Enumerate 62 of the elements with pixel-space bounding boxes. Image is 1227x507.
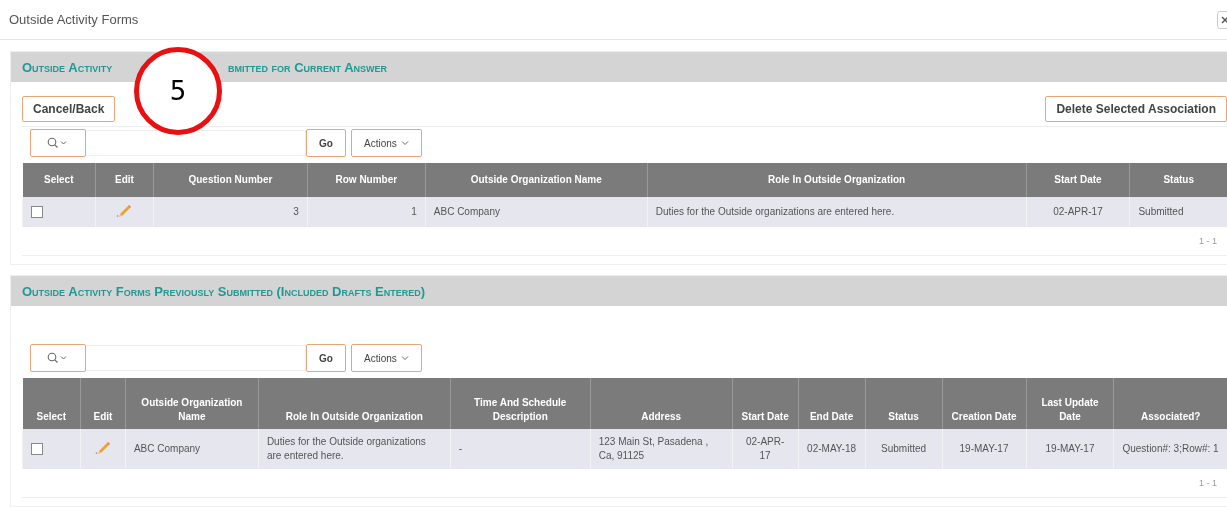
delete-association-button[interactable]: Delete Selected Association: [1045, 96, 1227, 122]
column-header[interactable]: Row Number: [307, 163, 426, 197]
caret-icon: [400, 355, 409, 361]
table-cell: ABC Company: [425, 197, 648, 227]
pagination-text: 1 - 1: [1199, 478, 1217, 488]
table-cell: 19-MAY-17: [942, 429, 1026, 469]
search-icon: [47, 352, 69, 364]
region-title: Outside Activity Forms Previously Submitted (Included Drafts Entered): [22, 283, 426, 299]
column-header[interactable]: Role In Outside Organization: [647, 163, 1026, 197]
table-cell: 02-APR-17: [1026, 197, 1130, 227]
column-header[interactable]: Edit: [95, 163, 154, 197]
column-header[interactable]: Select: [22, 163, 96, 197]
column-header[interactable]: Creation Date: [942, 378, 1026, 429]
column-header[interactable]: End Date: [798, 378, 866, 429]
search-column-button[interactable]: [30, 344, 86, 372]
search-icon: [47, 137, 69, 149]
table-cell: Duties for the Outside organizations are entered here.: [647, 197, 1026, 227]
table-cell: Submitted: [1129, 197, 1227, 227]
column-header[interactable]: Time And Schedule Description: [450, 378, 591, 429]
column-header[interactable]: Outside Organization Name: [125, 378, 259, 429]
column-header[interactable]: Start Date: [732, 378, 799, 429]
pencil-icon[interactable]: [94, 439, 111, 454]
table-cell: -: [450, 429, 591, 469]
table-cell: Duties for the Outside organizations are entered here.: [258, 429, 451, 469]
table-cell: 19-MAY-17: [1026, 429, 1114, 469]
go-button[interactable]: Go: [306, 129, 346, 157]
column-header[interactable]: Last Update Date: [1026, 378, 1114, 429]
column-header[interactable]: Associated?: [1113, 378, 1227, 429]
search-field[interactable]: [86, 345, 306, 371]
table-cell: Submitted: [865, 429, 943, 469]
row-checkbox[interactable]: [31, 206, 43, 219]
cancel-back-button[interactable]: Cancel/Back: [22, 96, 116, 122]
actions-button[interactable]: Actions: [351, 129, 422, 157]
caret-icon: [400, 140, 409, 146]
region-title: Outside Activity: [22, 59, 113, 75]
search-field[interactable]: [86, 130, 306, 156]
actions-button[interactable]: Actions: [351, 344, 422, 372]
table-cell: 02-MAY-18: [798, 429, 866, 469]
column-header[interactable]: Role In Outside Organization: [258, 378, 451, 429]
table-cell: 1: [307, 197, 426, 227]
column-header[interactable]: Select: [22, 378, 81, 429]
column-header[interactable]: Status: [865, 378, 943, 429]
window-title: Outside Activity Forms: [9, 12, 139, 27]
pagination-text: 1 - 1: [1199, 236, 1217, 246]
go-button[interactable]: Go: [306, 344, 346, 372]
table-cell: 02-APR-17: [732, 429, 799, 469]
column-header[interactable]: Status: [1129, 163, 1227, 197]
column-header[interactable]: Question Number: [153, 163, 308, 197]
column-header[interactable]: Start Date: [1026, 163, 1130, 197]
callout-marker: 5: [134, 47, 222, 135]
column-header[interactable]: Outside Organization Name: [425, 163, 648, 197]
region-title: bmitted for Current Answer: [228, 59, 388, 75]
table-cell: Question#: 3;Row#: 1: [1113, 429, 1227, 469]
column-header[interactable]: Edit: [80, 378, 126, 429]
column-header[interactable]: Address: [590, 378, 733, 429]
table-cell: 3: [153, 197, 308, 227]
close-icon: [1221, 16, 1227, 24]
table-cell: ABC Company: [125, 429, 259, 469]
table-cell: 123 Main St, Pasadena , Ca, 91125: [590, 429, 733, 469]
row-checkbox[interactable]: [31, 443, 43, 456]
search-column-button[interactable]: [30, 129, 86, 157]
pencil-icon[interactable]: [116, 202, 133, 217]
